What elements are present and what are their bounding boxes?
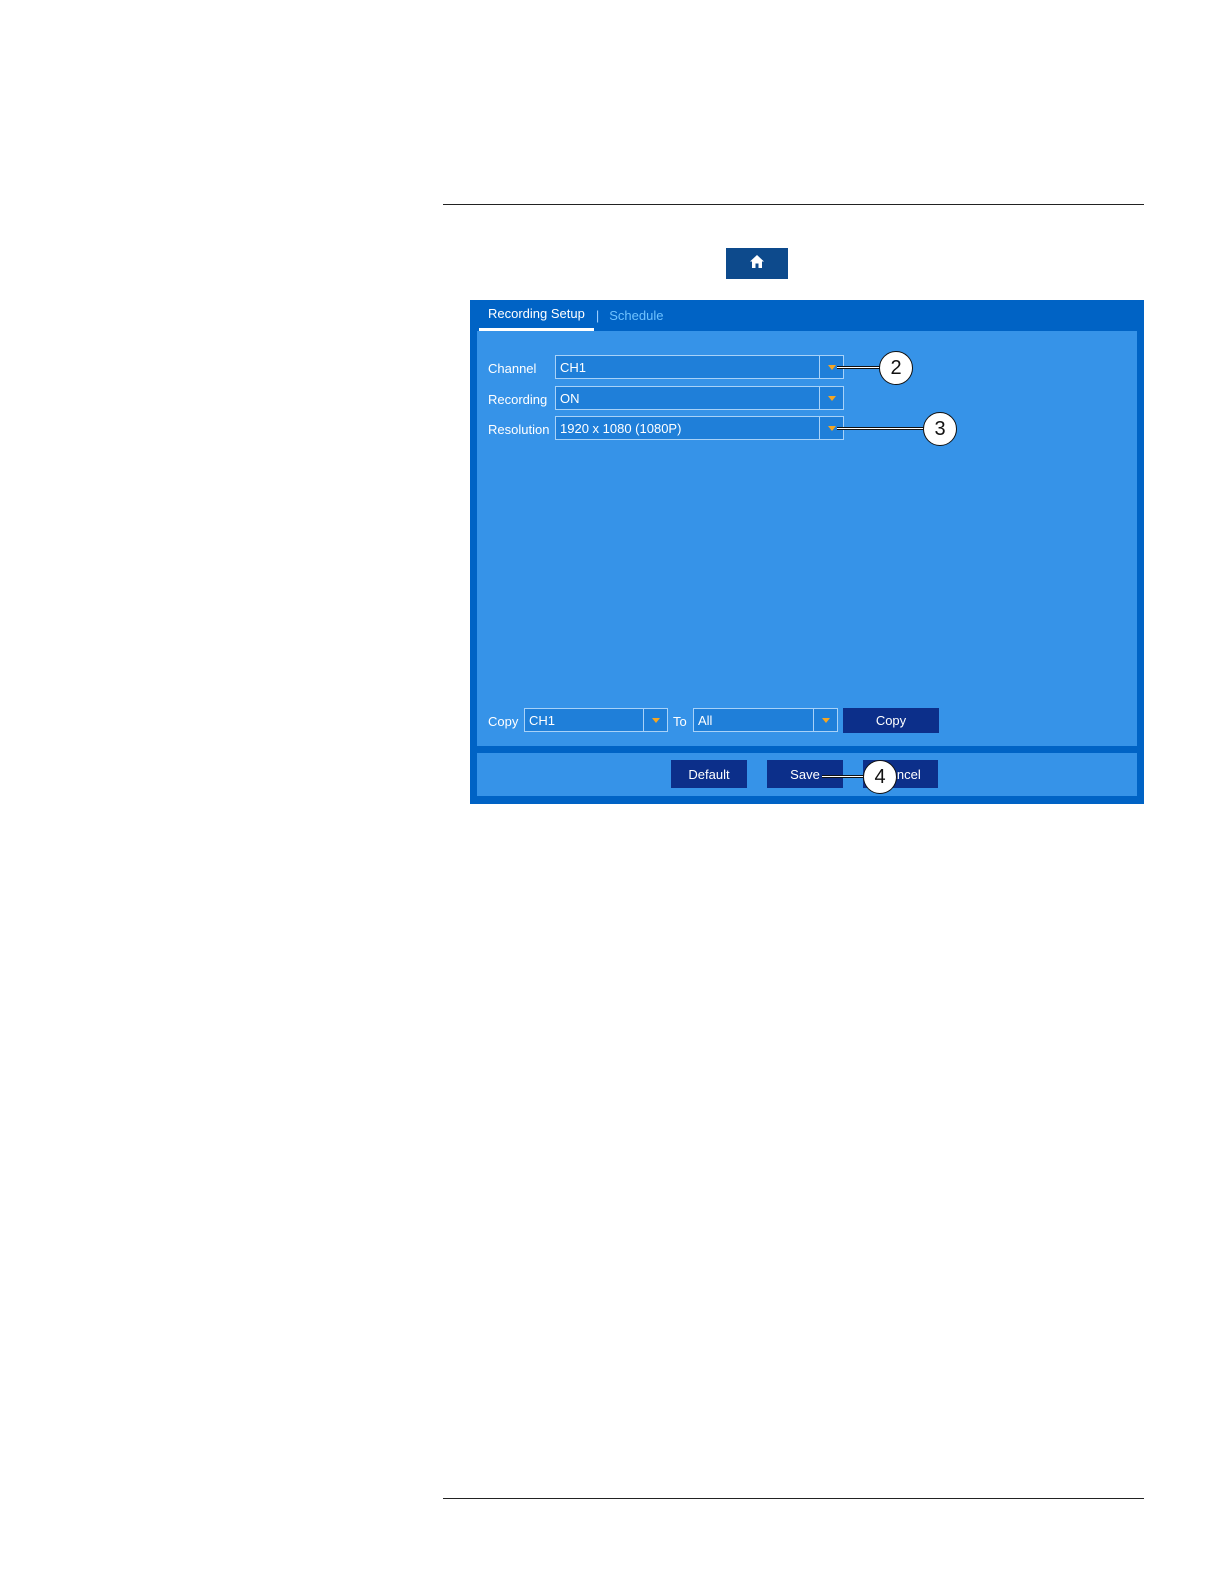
- recording-select[interactable]: ON: [555, 386, 844, 410]
- channel-select[interactable]: CH1: [555, 355, 844, 379]
- copy-to-value: All: [698, 712, 713, 728]
- chevron-down-icon: [827, 395, 836, 401]
- copy-label: Copy: [488, 714, 519, 729]
- chevron-down-icon: [827, 425, 836, 431]
- top-rule: [443, 204, 1144, 205]
- copy-from-value: CH1: [529, 712, 556, 728]
- default-button[interactable]: Default: [671, 760, 747, 788]
- resolution-select[interactable]: 1920 x 1080 (1080P): [555, 416, 844, 440]
- channel-value: CH1: [560, 359, 587, 375]
- chevron-down-icon: [821, 717, 830, 723]
- chevron-down-icon: [651, 717, 660, 723]
- copy-from-dropdown-arrow[interactable]: [643, 709, 667, 731]
- chevron-down-icon: [827, 364, 836, 370]
- footer-bar: Default Save Cancel: [477, 753, 1137, 796]
- home-icon: [749, 254, 765, 274]
- tab-recording-setup[interactable]: Recording Setup: [479, 300, 594, 331]
- recording-value: ON: [560, 390, 580, 406]
- callout-2-leader: [837, 366, 880, 369]
- tab-schedule[interactable]: Schedule: [601, 308, 671, 323]
- settings-content: Channel CH1 Recording ON Resolution 1920…: [477, 331, 1137, 746]
- callout-4: 4: [863, 760, 897, 794]
- tab-separator: |: [595, 308, 600, 323]
- copy-to-select[interactable]: All: [693, 708, 838, 732]
- copy-to-dropdown-arrow[interactable]: [813, 709, 837, 731]
- channel-label: Channel: [488, 361, 537, 376]
- home-button[interactable]: [726, 248, 788, 279]
- recording-setup-panel: Recording Setup | Schedule Channel CH1 R…: [470, 300, 1144, 804]
- resolution-label: Resolution: [488, 422, 550, 437]
- callout-2: 2: [879, 351, 913, 385]
- copy-to-label: To: [673, 714, 687, 729]
- tab-bar: Recording Setup | Schedule: [479, 300, 671, 331]
- callout-3-leader: [837, 427, 924, 430]
- resolution-value: 1920 x 1080 (1080P): [560, 420, 682, 436]
- save-button[interactable]: Save: [767, 760, 843, 788]
- copy-from-select[interactable]: CH1: [524, 708, 668, 732]
- recording-label: Recording: [488, 392, 548, 407]
- callout-4-leader: [822, 775, 865, 778]
- callout-3: 3: [923, 412, 957, 446]
- copy-button[interactable]: Copy: [843, 708, 939, 733]
- bottom-rule: [443, 1498, 1144, 1499]
- recording-dropdown-arrow[interactable]: [819, 387, 843, 409]
